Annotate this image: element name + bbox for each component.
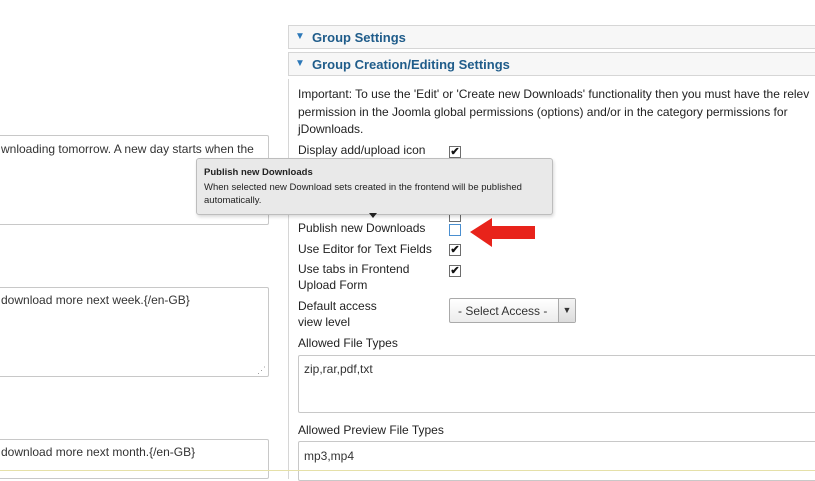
publish-new-downloads-label: Publish new Downloads bbox=[298, 221, 426, 235]
allowed-file-types-input[interactable]: zip,rar,pdf,txt bbox=[298, 355, 815, 413]
display-add-upload-icon-checkbox[interactable]: ✔ bbox=[449, 146, 461, 158]
publish-new-downloads-tooltip: Publish new Downloads When selected new … bbox=[196, 158, 553, 215]
group-settings-header[interactable]: ▼ Group Settings bbox=[288, 25, 815, 49]
description-textarea-2[interactable]: download more next week.{/en-GB} ⋰ bbox=[0, 287, 269, 377]
group-creation-header[interactable]: ▼ Group Creation/Editing Settings bbox=[288, 52, 815, 76]
publish-new-downloads-checkbox[interactable] bbox=[449, 224, 461, 236]
display-add-upload-icon-label: Display add/upload icon bbox=[298, 143, 426, 157]
group-creation-title: Group Creation/Editing Settings bbox=[312, 57, 510, 72]
default-access-select[interactable]: - Select Access - ▼ bbox=[449, 298, 576, 323]
red-arrow-icon bbox=[470, 218, 535, 247]
note-line-3: jDownloads. bbox=[298, 122, 364, 136]
chevron-down-icon[interactable]: ▼ bbox=[558, 299, 575, 322]
allowed-preview-types-label: Allowed Preview File Types bbox=[298, 423, 444, 437]
allowed-preview-types-value: mp3,mp4 bbox=[304, 449, 355, 463]
default-access-select-value: - Select Access - bbox=[458, 304, 548, 318]
resize-grip-icon[interactable]: ⋰ bbox=[257, 366, 266, 375]
default-access-label-line-1: Default access bbox=[298, 299, 377, 313]
use-tabs-label-line-1: Use tabs in Frontend bbox=[298, 262, 410, 276]
tooltip-pointer-icon bbox=[369, 213, 377, 218]
use-editor-label: Use Editor for Text Fields bbox=[298, 242, 432, 256]
note-line-2: permission in the Joomla global permissi… bbox=[298, 104, 788, 119]
group-settings-title: Group Settings bbox=[312, 30, 406, 45]
use-tabs-label-line-2: Upload Form bbox=[298, 278, 368, 292]
use-tabs-checkbox[interactable]: ✔ bbox=[449, 265, 461, 277]
collapse-triangle-icon: ▼ bbox=[295, 58, 305, 69]
allowed-preview-types-input[interactable]: mp3,mp4 bbox=[298, 441, 815, 481]
default-access-label-line-2: view level bbox=[298, 315, 351, 329]
collapse-triangle-icon: ▼ bbox=[295, 31, 305, 42]
use-editor-checkbox[interactable]: ✔ bbox=[449, 244, 461, 256]
textarea-3-text: download more next month.{/en-GB} bbox=[1, 445, 196, 459]
note-line-1: Important: To use the 'Edit' or 'Create … bbox=[298, 87, 810, 101]
important-note: Important: To use the 'Edit' or 'Create … bbox=[298, 86, 815, 139]
textarea-2-text: download more next week.{/en-GB} bbox=[1, 293, 190, 307]
allowed-file-types-label: Allowed File Types bbox=[298, 336, 398, 350]
allowed-file-types-value: zip,rar,pdf,txt bbox=[304, 362, 373, 376]
description-textarea-3[interactable]: download more next month.{/en-GB} bbox=[0, 439, 269, 479]
textarea-1-text: wnloading tomorrow. A new day starts whe… bbox=[1, 142, 254, 156]
tooltip-body: When selected new Download sets created … bbox=[204, 182, 522, 206]
tooltip-title: Publish new Downloads bbox=[204, 167, 313, 178]
